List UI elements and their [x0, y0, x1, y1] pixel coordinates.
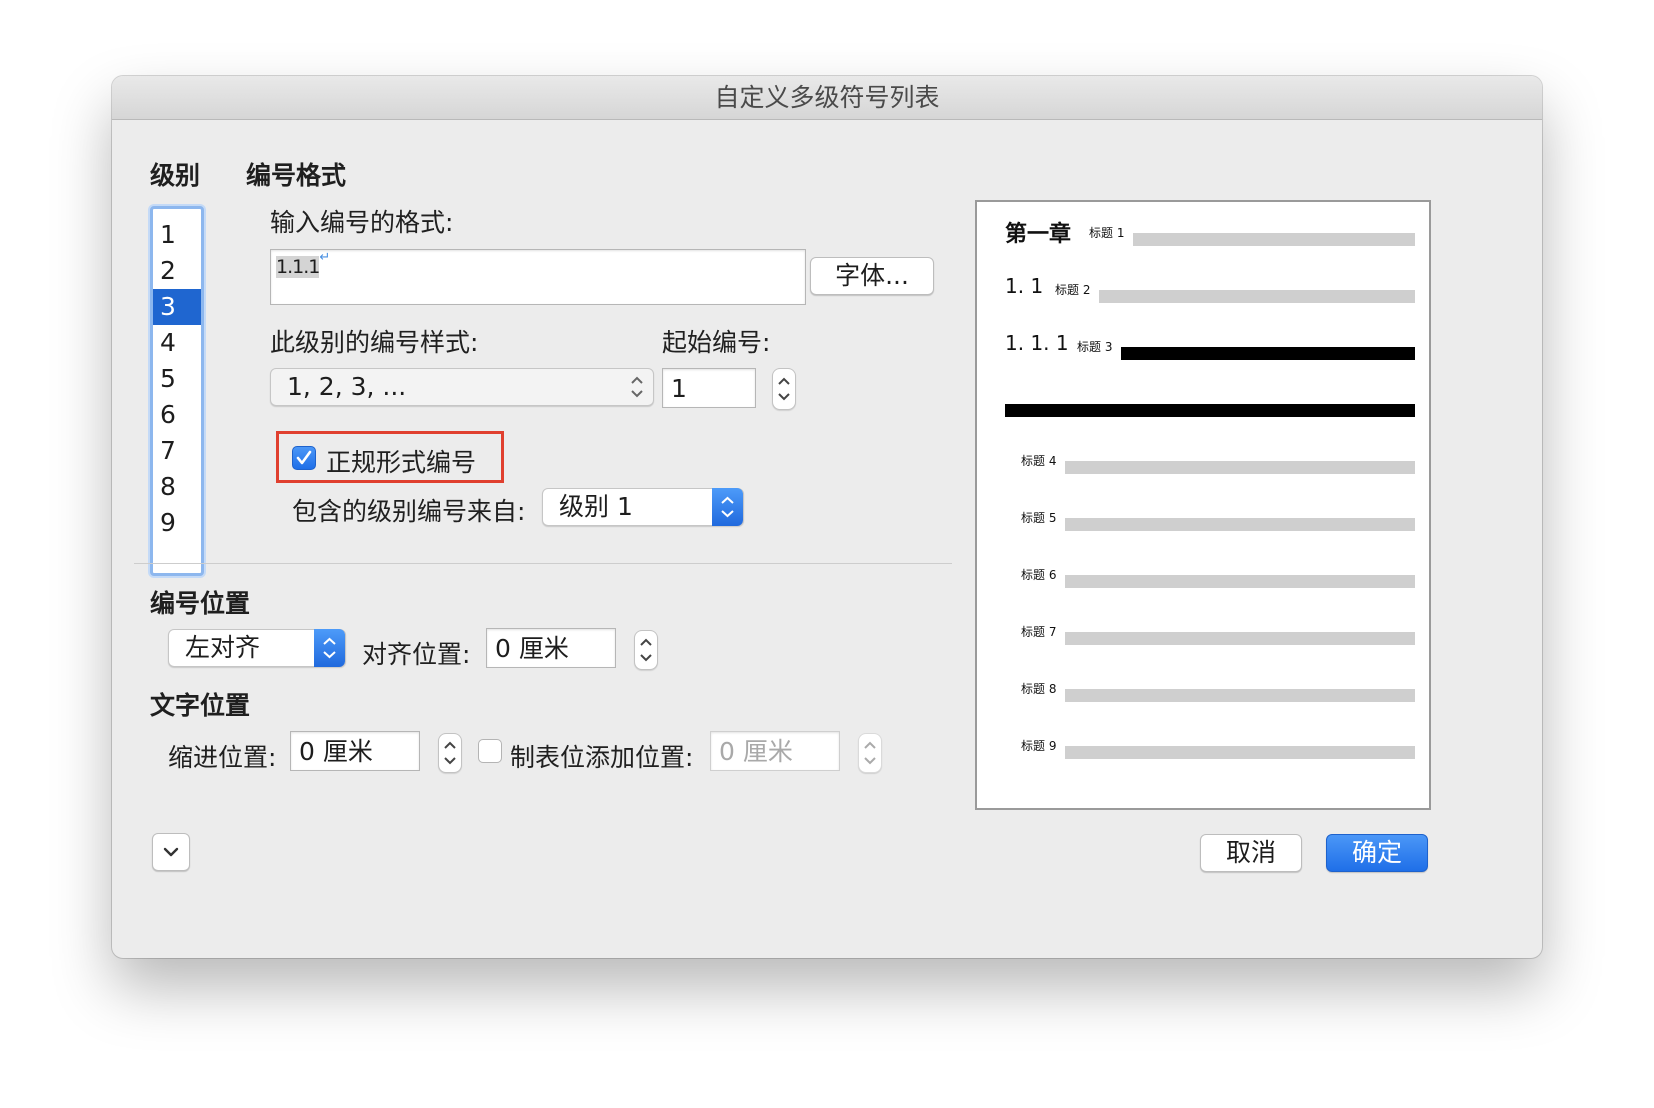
tab-stop-label: 制表位添加位置: [510, 743, 694, 772]
format-input-label: 输入编号的格式: [270, 208, 454, 237]
checkmark-icon [296, 450, 312, 465]
level-item-selected[interactable]: 3 [153, 289, 201, 325]
tab-stop-input[interactable]: 0 厘米 [710, 731, 840, 771]
text-position-header: 文字位置 [150, 691, 251, 720]
number-position-header: 编号位置 [150, 589, 251, 618]
preview-level5-bar [1065, 518, 1415, 531]
preview-level4-label: 标题 4 [1021, 454, 1057, 468]
expand-button[interactable] [152, 833, 190, 871]
preview-level7-label: 标题 7 [1021, 625, 1057, 639]
up-down-arrows-icon [864, 741, 876, 765]
up-down-arrows-icon [631, 376, 643, 398]
cancel-button[interactable]: 取消 [1200, 834, 1302, 872]
level-item[interactable]: 5 [153, 361, 201, 397]
indent-at-input[interactable]: 0 厘米 [290, 731, 420, 771]
custom-multilevel-list-dialog: 自定义多级符号列表 级别 1 2 3 4 5 6 7 8 9 编号格式 输入编号… [112, 76, 1542, 958]
level-list[interactable]: 1 2 3 4 5 6 7 8 9 [150, 206, 204, 576]
include-level-value: 级别 1 [559, 492, 633, 521]
ok-button[interactable]: 确定 [1326, 834, 1428, 872]
preview-level3-number: 1. 1. 1 [1005, 331, 1069, 355]
dialog-title: 自定义多级符号列表 [112, 76, 1542, 120]
tab-stop-stepper[interactable] [858, 733, 882, 773]
preview-level9-label: 标题 9 [1021, 739, 1057, 753]
level-item[interactable]: 6 [153, 397, 201, 433]
alignment-value: 左对齐 [185, 633, 261, 662]
level-item[interactable]: 7 [153, 433, 201, 469]
preview-level2-number: 1. 1 [1005, 274, 1044, 298]
start-at-stepper[interactable] [772, 368, 796, 410]
number-style-label: 此级别的编号样式: [270, 328, 479, 357]
preview-level3-bar [1121, 347, 1415, 360]
preview-level3-bar [1005, 404, 1415, 417]
level-item[interactable]: 1 [153, 217, 201, 253]
indent-at-label: 缩进位置: [168, 743, 277, 772]
number-style-select[interactable]: 1, 2, 3, ... [270, 368, 654, 406]
font-button[interactable]: 字体... [810, 257, 934, 295]
up-down-arrows-icon [444, 741, 456, 765]
preview-level1-label: 标题 1 [1089, 226, 1125, 240]
level-item[interactable]: 9 [153, 505, 201, 541]
preview-level6-label: 标题 6 [1021, 568, 1057, 582]
legal-style-label: 正规形式编号 [326, 448, 477, 477]
up-down-arrows-icon [721, 496, 734, 518]
preview-level2-label: 标题 2 [1055, 283, 1091, 297]
level-item[interactable]: 2 [153, 253, 201, 289]
aligned-at-label: 对齐位置: [362, 640, 471, 669]
number-style-value: 1, 2, 3, ... [287, 372, 407, 401]
level-header: 级别 [150, 161, 201, 190]
number-format-input[interactable]: 1.1.1↵ [270, 249, 806, 305]
preview-level8-label: 标题 8 [1021, 682, 1057, 696]
legal-style-checkbox[interactable] [292, 446, 316, 470]
preview-level7-bar [1065, 632, 1415, 645]
preview-level1-number: 第一章 [1005, 222, 1072, 247]
start-at-label: 起始编号: [662, 328, 771, 357]
tab-stop-checkbox[interactable] [478, 739, 502, 763]
preview-level9-bar [1065, 746, 1415, 759]
include-level-label: 包含的级别编号来自: [292, 497, 526, 526]
up-down-arrows-icon [778, 377, 790, 401]
paragraph-mark-icon: ↵ [319, 250, 331, 265]
format-field-text: 1.1.1 [276, 256, 320, 278]
aligned-at-input[interactable]: 0 厘米 [486, 628, 616, 668]
preview-level1-bar [1133, 233, 1415, 246]
aligned-at-stepper[interactable] [634, 630, 658, 670]
chevron-down-icon [163, 847, 179, 857]
preview-level8-bar [1065, 689, 1415, 702]
section-divider [134, 563, 952, 564]
preview-level6-bar [1065, 575, 1415, 588]
preview-pane: 第一章 标题 1 1. 1 标题 2 1. 1. 1 标题 3 标题 4 标题 … [975, 200, 1431, 810]
popup-chevron [314, 629, 345, 667]
preview-level4-bar [1065, 461, 1415, 474]
indent-at-stepper[interactable] [438, 733, 462, 773]
level-item[interactable]: 4 [153, 325, 201, 361]
preview-level3-label: 标题 3 [1077, 340, 1113, 354]
up-down-arrows-icon [640, 638, 652, 662]
number-format-header: 编号格式 [246, 161, 347, 190]
alignment-select[interactable]: 左对齐 [168, 629, 346, 667]
level-item[interactable]: 8 [153, 469, 201, 505]
preview-level5-label: 标题 5 [1021, 511, 1057, 525]
popup-chevron [712, 488, 743, 526]
up-down-arrows-icon [323, 637, 336, 659]
include-level-select[interactable]: 级别 1 [542, 488, 744, 526]
start-at-input[interactable]: 1 [662, 368, 756, 408]
preview-level2-bar [1099, 290, 1415, 303]
